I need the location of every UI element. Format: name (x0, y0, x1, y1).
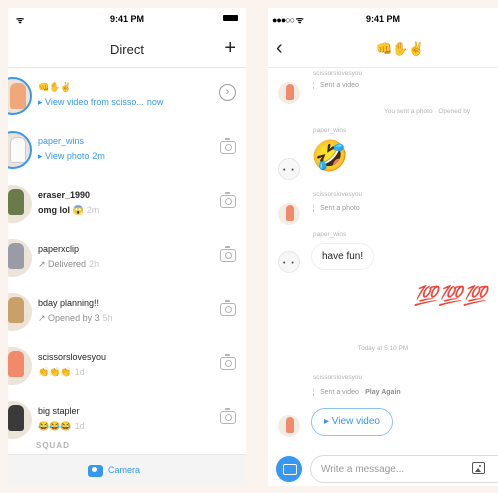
conversation-name: scissorslovesyou (38, 352, 107, 362)
conversation-row[interactable]: paper_wins ▸ View photo 2m (8, 122, 246, 176)
conversation-preview-text: ↗ Opened by 3 (38, 313, 100, 323)
conversation-time: 2m (92, 151, 105, 161)
avatar (8, 185, 32, 223)
camera-icon[interactable] (276, 456, 302, 482)
camera-icon[interactable] (88, 465, 103, 477)
camera-button-label[interactable]: Camera (108, 465, 140, 475)
conversation-name: paperxclip (38, 244, 80, 254)
status-time: 9:41 PM (365, 14, 400, 24)
camera-icon[interactable] (220, 354, 236, 370)
avatar (8, 293, 32, 331)
conversation-preview-text: ▸ View video from scisso... (38, 97, 144, 107)
sender-name: scissorslovesyou (313, 70, 363, 77)
avatar (8, 401, 32, 439)
conversation-preview: 👏👏👏 1d (38, 367, 85, 378)
conversation-preview-text: ↗ Delivered (38, 259, 87, 269)
conversation-row[interactable]: scissorslovesyou 👏👏👏 1d (8, 338, 246, 392)
avatar (8, 77, 32, 115)
page-title: Direct (110, 42, 144, 57)
conversation-time: 1d (74, 367, 85, 377)
back-chevron-icon[interactable]: ‹ (276, 38, 283, 58)
avatar (278, 82, 300, 104)
status-bar: ●●●○○ ᯤ 9:41 PM (268, 8, 498, 26)
avatar: • • (278, 158, 300, 180)
camera-icon[interactable] (220, 138, 236, 154)
conversation-preview-text: 😂😂😂 (38, 421, 72, 431)
conversation-time: 2m (86, 205, 100, 215)
conversation-preview: ↗ Opened by 3 5h (38, 313, 113, 324)
status-time: 9:41 PM (109, 14, 144, 24)
inbox-screen: ᯤ 9:41 PM Direct + 👊✋✌️ ▸ View video fro… (8, 8, 246, 486)
sender-name: paper_wins (313, 231, 347, 238)
conversation-preview: ▸ View photo 2m (38, 151, 105, 162)
camera-icon[interactable] (220, 408, 236, 424)
conversation-name: 👊✋✌️ (38, 82, 72, 92)
avatar (8, 347, 32, 385)
conversation-preview: omg lol 😱 2m (38, 205, 99, 216)
conversation-preview: ▸ View video from scisso... now (38, 97, 163, 108)
sent-note: You sent a photo · Opened by (384, 108, 471, 115)
conversation-preview-text: 👏👏👏 (38, 367, 72, 377)
message-note: Sent a photo (313, 205, 360, 212)
avatar: • • (278, 251, 300, 273)
conversation-name: bday planning!! (38, 298, 100, 308)
view-video-button[interactable]: ▸ View video (311, 408, 393, 436)
battery-icon (223, 15, 238, 21)
new-message-plus-icon[interactable]: + (224, 38, 236, 58)
hundred-emoji-message: 💯💯💯 (414, 285, 488, 307)
camera-icon[interactable] (220, 300, 236, 316)
conversation-preview: ↗ Delivered 2h (38, 259, 99, 270)
gallery-icon[interactable] (472, 462, 485, 474)
conversation-time: 5h (102, 313, 113, 323)
status-bar: ᯤ 9:41 PM (8, 8, 246, 26)
cut-off-conversation-name: SQUAD (36, 441, 70, 450)
conversation-time: now (146, 97, 164, 107)
date-divider: Today at 5:10 PM (357, 345, 409, 352)
conversation-preview: 😂😂😂 1d (38, 421, 85, 432)
camera-icon[interactable] (220, 246, 236, 262)
message-note-prefix: Sent a video · (320, 389, 366, 396)
avatar (8, 131, 32, 169)
avatar (278, 415, 300, 437)
avatar (278, 203, 300, 225)
sender-name: paper_wins (313, 127, 347, 134)
message-bubble: have fun! (311, 243, 375, 270)
conversation-name: eraser_1990 (38, 190, 91, 200)
sender-name: scissorslovesyou (313, 374, 363, 381)
conversation-row[interactable]: 👊✋✌️ ▸ View video from scisso... now › (8, 68, 246, 122)
thread-title: 👊✋✌️ (376, 41, 425, 56)
emoji-message: 🤣 (311, 140, 349, 173)
message-input[interactable] (310, 455, 498, 483)
inbox-header: Direct + (8, 30, 246, 68)
chevron-right-circle-icon[interactable]: › (219, 84, 236, 101)
conversation-row[interactable]: paperxclip ↗ Delivered 2h (8, 230, 246, 284)
conversation-name: big stapler (38, 406, 80, 416)
conversation-row[interactable]: big stapler 😂😂😂 1d (8, 392, 246, 446)
message-note: Sent a video (313, 82, 359, 89)
conversation-preview-text: omg lol 😱 (38, 205, 84, 215)
conversation-name: paper_wins (38, 136, 85, 146)
sender-name: scissorslovesyou (313, 191, 363, 198)
play-again-link[interactable]: Play Again (365, 389, 401, 396)
thread-header: ‹ 👊✋✌️ (268, 30, 498, 68)
camera-bar[interactable]: Camera (8, 454, 246, 486)
conversation-time: 1d (74, 421, 85, 431)
message-composer (268, 450, 498, 486)
thread-screen: ●●●○○ ᯤ 9:41 PM ‹ 👊✋✌️ scissorslovesyou … (268, 8, 498, 486)
conversation-row[interactable]: bday planning!! ↗ Opened by 3 5h (8, 284, 246, 338)
message-note: Sent a video · Play Again (313, 389, 401, 396)
avatar (8, 239, 32, 277)
conversation-row[interactable]: eraser_1990 omg lol 😱 2m (8, 176, 246, 230)
camera-icon[interactable] (220, 192, 236, 208)
conversation-time: 2h (89, 259, 100, 269)
conversation-preview-text: ▸ View photo (38, 151, 90, 161)
